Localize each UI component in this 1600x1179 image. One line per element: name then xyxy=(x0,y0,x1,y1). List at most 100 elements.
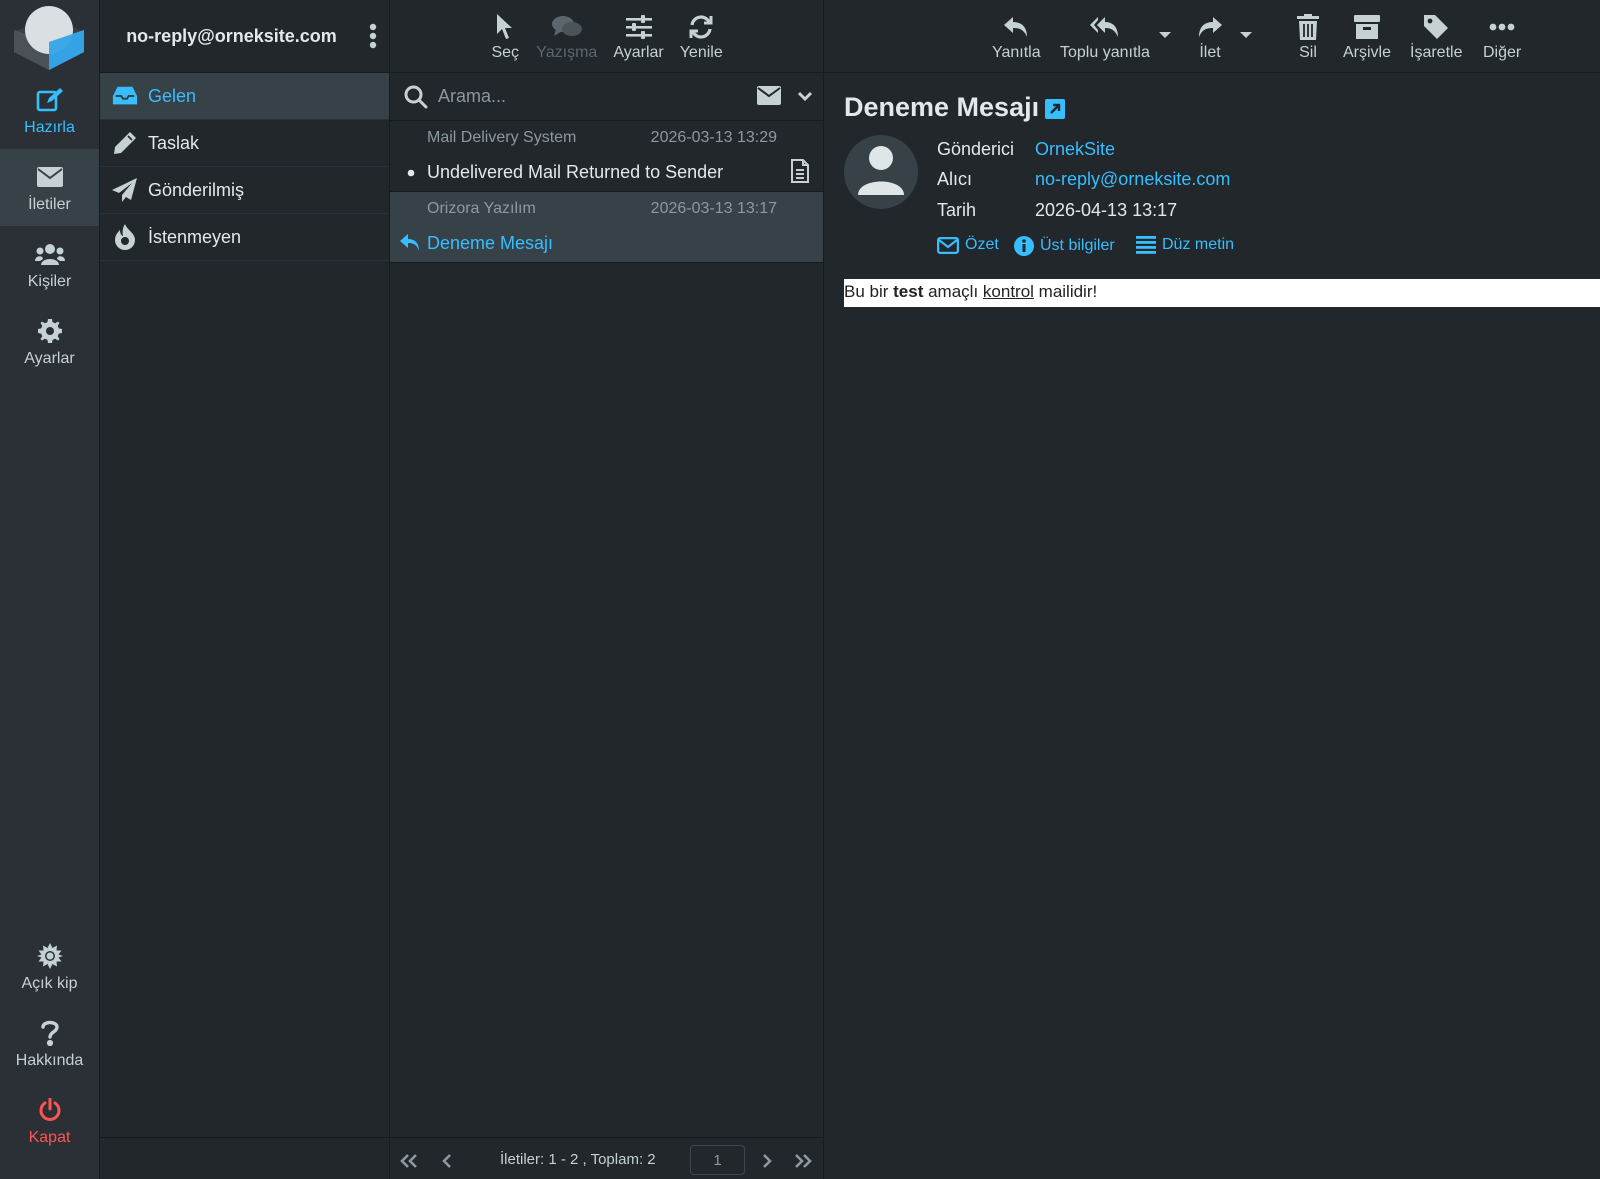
folder-junk[interactable]: İstenmeyen xyxy=(100,214,389,261)
mail-button[interactable]: İletiler xyxy=(0,149,99,226)
plain-text-link[interactable]: Düz metin xyxy=(1136,236,1234,254)
folder-drafts[interactable]: Taslak xyxy=(100,120,389,167)
folder-junk-label: İstenmeyen xyxy=(148,226,242,247)
reply-all-icon xyxy=(1089,12,1120,42)
open-in-new-window-icon[interactable] xyxy=(1045,99,1065,119)
folder-sent[interactable]: Gönderilmiş xyxy=(100,167,389,214)
reply-all-button[interactable]: Toplu yanıtla xyxy=(1052,0,1158,73)
delete-label: Sil xyxy=(1299,43,1317,61)
headers-link[interactable]: Üst bilgiler xyxy=(1014,236,1115,256)
body-text: Bu bir xyxy=(844,282,894,301)
refresh-button[interactable]: Yenile xyxy=(672,0,731,73)
envelope-icon xyxy=(35,162,65,192)
from-label: Gönderici xyxy=(937,139,1015,159)
message-from: Mail Delivery System xyxy=(427,129,577,146)
more-button[interactable]: Diğer xyxy=(1475,0,1529,73)
cursor-icon xyxy=(490,12,520,42)
theme-toggle-button[interactable]: Açık kip xyxy=(0,928,99,1005)
comments-icon xyxy=(551,12,582,42)
message-view-panel: Yanıtla Toplu yanıtla İlet Sil Arşivle İ… xyxy=(824,0,1600,1179)
first-page-icon[interactable] xyxy=(398,1150,420,1172)
message-from: Orizora Yazılım xyxy=(427,200,536,217)
list-pagination: İletiler: 1 - 2 , Toplam: 2 xyxy=(390,1137,823,1179)
search-input[interactable] xyxy=(438,86,738,107)
from-value[interactable]: OrnekSite xyxy=(1035,139,1115,160)
compose-button[interactable]: Hazırla xyxy=(0,72,99,149)
account-menu-button[interactable] xyxy=(365,22,381,50)
users-icon xyxy=(34,239,65,269)
message-date: 2026-03-13 13:29 xyxy=(650,129,777,146)
main-navigation: Hazırla İletiler Kişiler Ayarlar Açık ki… xyxy=(0,0,100,1179)
message-subject-title: Deneme Mesajı xyxy=(844,92,1040,122)
unread-dot-icon[interactable] xyxy=(402,161,418,185)
page-number-input[interactable] xyxy=(690,1145,745,1175)
user-avatar-icon xyxy=(858,146,904,195)
more-label: Diğer xyxy=(1483,43,1522,61)
list-options-button[interactable]: Ayarlar xyxy=(605,0,671,73)
mark-label: İşaretle xyxy=(1410,43,1463,61)
folders-footer xyxy=(100,1137,389,1179)
search-icon[interactable] xyxy=(404,85,428,109)
logout-button[interactable]: Kapat xyxy=(0,1082,99,1159)
last-page-icon[interactable] xyxy=(792,1150,814,1172)
folder-sent-label: Gönderilmiş xyxy=(148,179,245,200)
vertical-dots-icon xyxy=(369,23,377,49)
body-bold-text: test xyxy=(893,282,924,301)
date-label: Tarih xyxy=(937,200,977,220)
headers-link-label: Üst bilgiler xyxy=(1040,237,1115,254)
archive-box-icon xyxy=(1352,12,1382,42)
folder-drafts-label: Taslak xyxy=(148,132,200,153)
next-page-icon[interactable] xyxy=(756,1150,778,1172)
file-attachment-icon xyxy=(791,159,809,183)
list-toolbar: Seç Yazışma Ayarlar Yenile xyxy=(390,0,823,73)
gear-icon xyxy=(35,316,65,346)
chevron-down-icon[interactable] xyxy=(797,87,813,105)
sliders-icon xyxy=(624,12,654,42)
forward-icon xyxy=(1195,12,1225,42)
contacts-button[interactable]: Kişiler xyxy=(0,226,99,303)
to-value[interactable]: no-reply@orneksite.com xyxy=(1035,169,1230,190)
threads-label: Yazışma xyxy=(536,43,598,61)
reply-all-label: Toplu yanıtla xyxy=(1060,43,1150,61)
roundcube-logo[interactable] xyxy=(12,2,86,72)
reply-all-dropdown-icon[interactable] xyxy=(1158,30,1172,40)
reply-label: Yanıtla xyxy=(992,43,1041,61)
archive-button[interactable]: Arşivle xyxy=(1335,0,1399,73)
compose-icon xyxy=(35,85,65,115)
message-row[interactable]: Orizora Yazılım 2026-03-13 13:17 Deneme … xyxy=(390,192,823,263)
message-body: Bu bir test amaçlı kontrol mailidir! xyxy=(844,279,1600,307)
about-button[interactable]: Hakkında xyxy=(0,1005,99,1082)
forward-button[interactable]: İlet xyxy=(1187,0,1233,73)
mark-button[interactable]: İşaretle xyxy=(1402,0,1470,73)
folder-inbox[interactable]: Gelen xyxy=(100,73,389,120)
delete-button[interactable]: Sil xyxy=(1285,0,1331,73)
body-text: amaçlı xyxy=(923,282,983,301)
archive-label: Arşivle xyxy=(1343,43,1392,61)
refresh-icon xyxy=(686,12,716,42)
theme-label: Açık kip xyxy=(21,974,78,992)
trash-icon xyxy=(1293,12,1323,42)
summary-link[interactable]: Özet xyxy=(937,236,999,254)
message-row[interactable]: Mail Delivery System 2026-03-13 13:29 Un… xyxy=(390,121,823,192)
about-label: Hakkında xyxy=(15,1051,84,1069)
lines-icon xyxy=(1136,236,1156,254)
reply-button[interactable]: Yanıtla xyxy=(984,0,1049,73)
pencil-icon xyxy=(112,130,138,156)
message-count: İletiler: 1 - 2 , Toplam: 2 xyxy=(500,1151,656,1168)
body-underlined-text: kontrol xyxy=(982,282,1034,301)
settings-button[interactable]: Ayarlar xyxy=(0,303,99,380)
body-text: mailidir! xyxy=(1033,282,1098,301)
select-button[interactable]: Seç xyxy=(482,0,528,73)
message-subject: Deneme Mesajı xyxy=(427,233,554,253)
avatar xyxy=(844,135,918,209)
reply-icon xyxy=(1001,12,1031,42)
previous-page-icon[interactable] xyxy=(436,1150,458,1172)
search-scope-envelope-icon[interactable] xyxy=(757,86,781,105)
message-date: 2026-03-13 13:17 xyxy=(650,200,777,217)
folders-header: no-reply@orneksite.com xyxy=(100,0,389,73)
inbox-icon xyxy=(112,83,138,109)
forward-dropdown-icon[interactable] xyxy=(1239,30,1253,40)
threads-button[interactable]: Yazışma xyxy=(528,0,605,73)
search-bar xyxy=(390,73,823,121)
to-label: Alıcı xyxy=(937,169,973,189)
